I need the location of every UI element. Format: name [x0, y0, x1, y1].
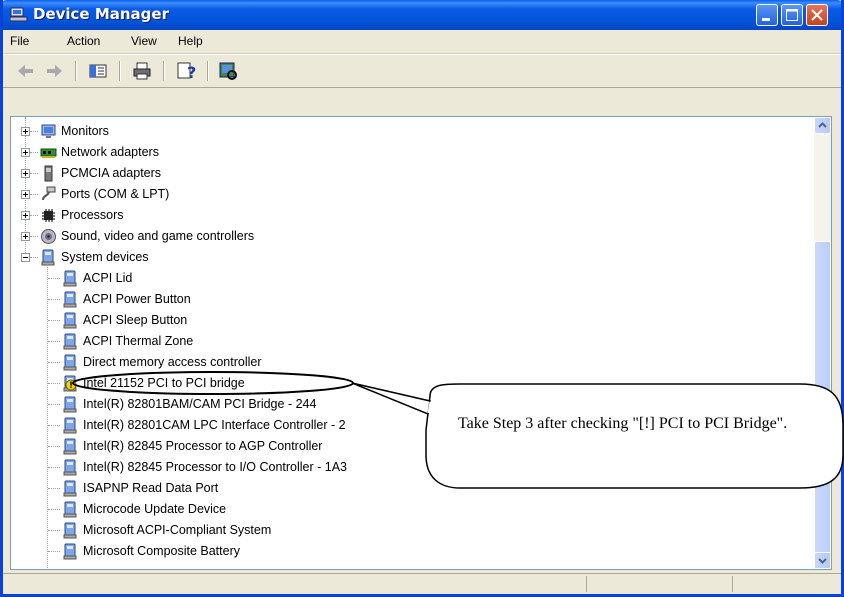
callout-pointer [351, 382, 431, 416]
highlight-ellipse [72, 371, 354, 395]
callout-overlay [72, 371, 844, 489]
callout-text: Take Step 3 after checking "[!] PCI to P… [458, 415, 788, 432]
